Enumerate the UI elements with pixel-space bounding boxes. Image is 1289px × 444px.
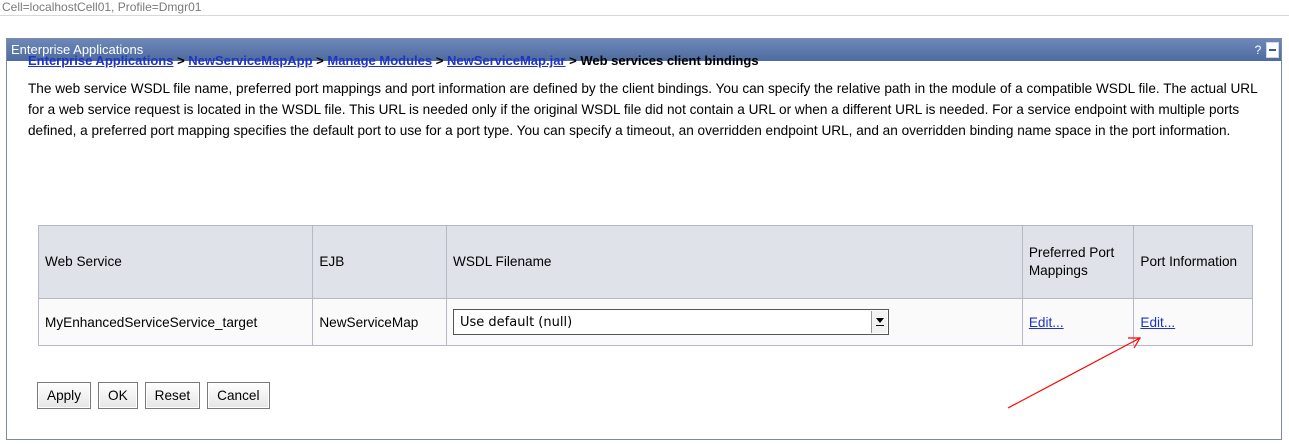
cell-ejb: NewServiceMap — [312, 298, 447, 346]
panel-controls: ? — [1252, 39, 1281, 61]
table-row: MyEnhancedServiceService_target NewServi… — [37, 298, 1253, 346]
context-text: Cell=localhostCell01, Profile=Dmgr01 — [2, 0, 202, 14]
cell-web-service: MyEnhancedServiceService_target — [37, 298, 314, 346]
context-line: Cell=localhostCell01, Profile=Dmgr01 — [0, 0, 1289, 18]
breadcrumb-current-page: Web services client bindings — [580, 53, 759, 68]
chevron-down-icon[interactable] — [871, 311, 887, 333]
breadcrumb-separator: > — [569, 53, 577, 68]
breadcrumb-link-newservicemap-jar[interactable]: NewServiceMap.jar — [447, 53, 566, 68]
edit-port-information-link[interactable]: Edit... — [1140, 315, 1175, 330]
minimize-icon[interactable] — [1266, 42, 1279, 58]
cell-wsdl-filename: Use default (null) — [446, 298, 1023, 346]
apply-button[interactable]: Apply — [37, 382, 92, 409]
wsdl-filename-select[interactable]: Use default (null) — [453, 309, 889, 335]
breadcrumb-separator: > — [435, 53, 444, 68]
column-header-port-information: Port Information — [1133, 225, 1253, 299]
table-header-row: Web Service EJB WSDL Filename Preferred … — [37, 225, 1253, 299]
reset-button[interactable]: Reset — [144, 382, 201, 409]
cell-port-information: Edit... — [1133, 298, 1253, 346]
client-bindings-table: Web Service EJB WSDL Filename Preferred … — [37, 225, 1253, 346]
page-description: The web service WSDL file name, preferre… — [28, 81, 1258, 138]
breadcrumb: Enterprise Applications > NewServiceMapA… — [28, 53, 759, 68]
cancel-button[interactable]: Cancel — [207, 382, 270, 409]
ok-button[interactable]: OK — [98, 382, 138, 409]
breadcrumb-separator: > — [316, 53, 324, 68]
edit-preferred-port-mappings-link[interactable]: Edit... — [1029, 315, 1064, 330]
cell-preferred-port-mappings: Edit... — [1021, 298, 1135, 346]
breadcrumb-link-newservicemapapp[interactable]: NewServiceMapApp — [188, 53, 312, 68]
column-header-wsdl-filename: WSDL Filename — [446, 225, 1023, 299]
breadcrumb-link-enterprise-applications[interactable]: Enterprise Applications — [28, 53, 173, 68]
column-header-web-service: Web Service — [37, 225, 314, 299]
breadcrumb-separator: > — [177, 53, 185, 68]
divider — [0, 15, 1289, 16]
column-header-ejb: EJB — [312, 225, 447, 299]
breadcrumb-link-manage-modules[interactable]: Manage Modules — [327, 53, 432, 68]
wsdl-filename-selected-value: Use default (null) — [460, 314, 573, 330]
column-header-preferred-port-mappings: Preferred Port Mappings — [1021, 225, 1135, 299]
help-icon[interactable]: ? — [1252, 42, 1264, 58]
form-buttons: Apply OK Reset Cancel — [37, 382, 270, 409]
